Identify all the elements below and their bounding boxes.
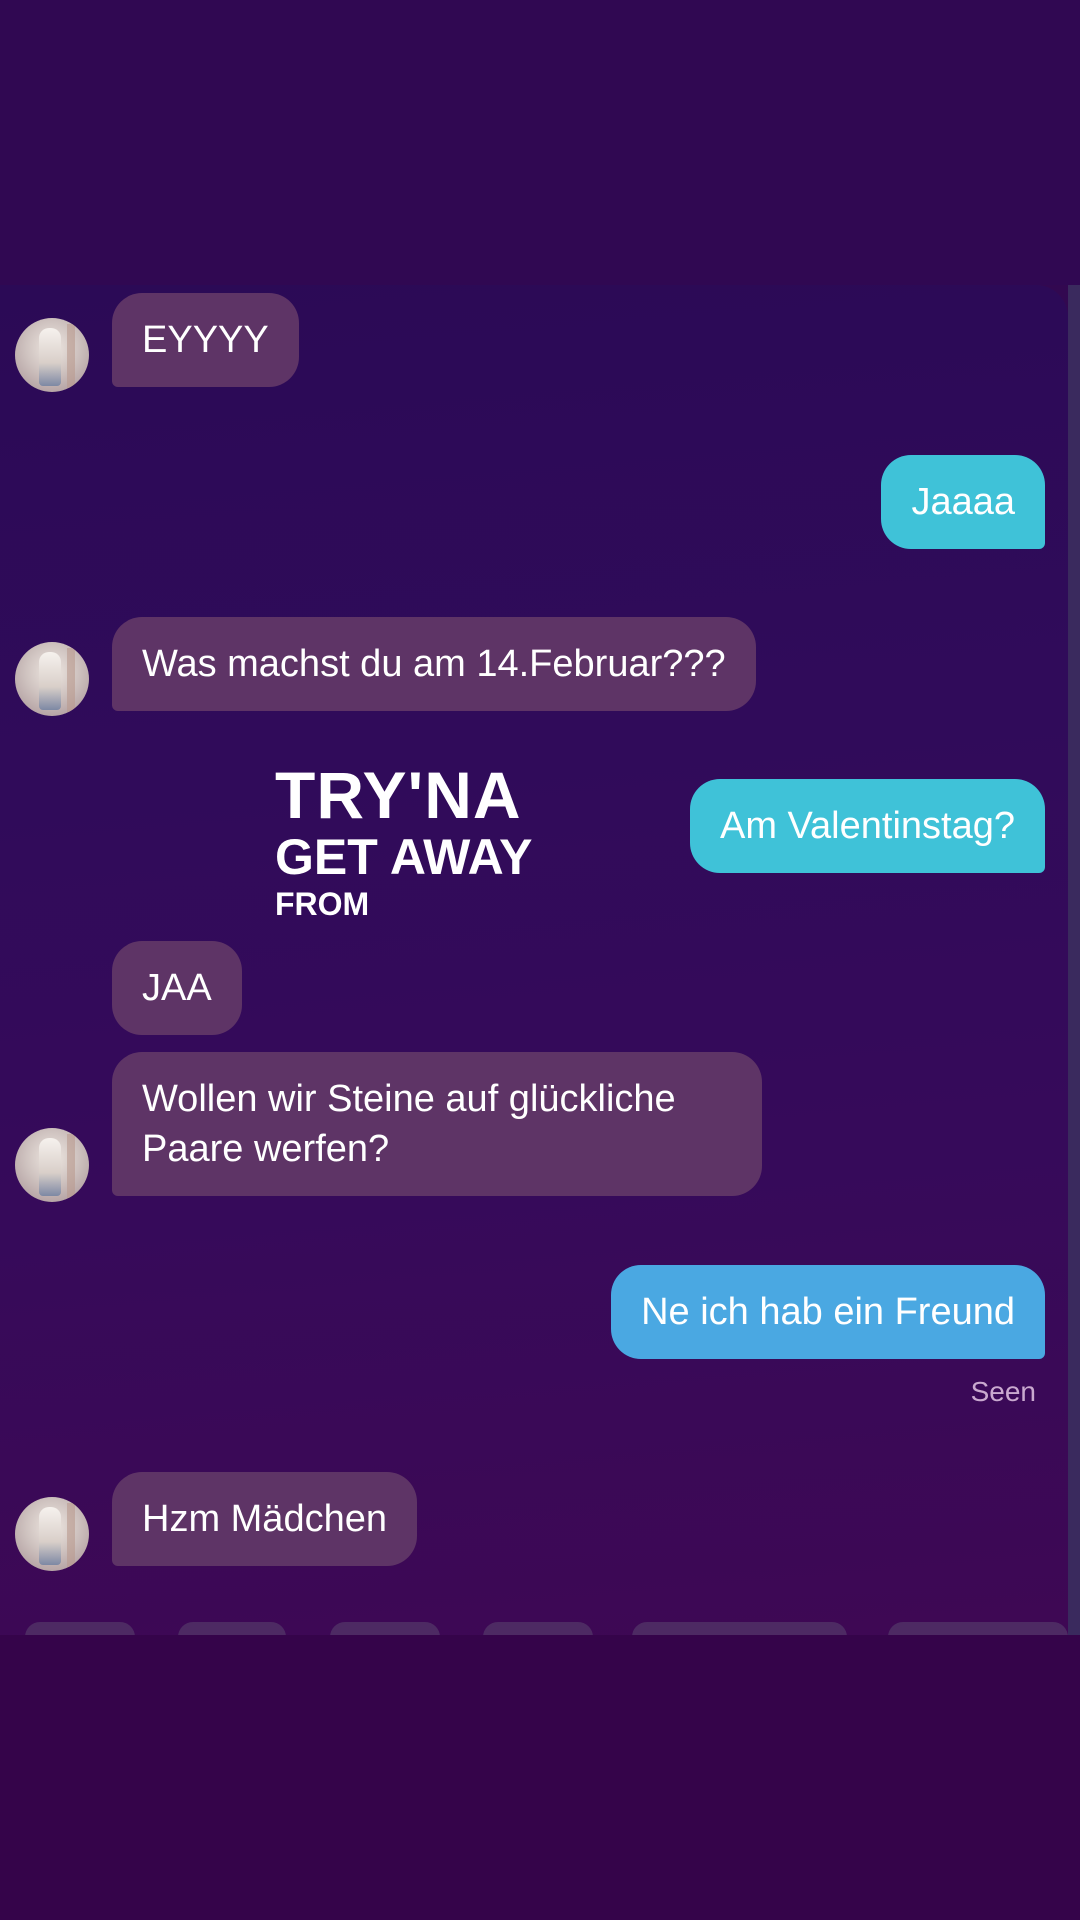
message-bubble-incoming[interactable]: Was machst du am 14.Februar??? [112, 617, 756, 711]
message-text: Was machst du am 14.Februar??? [142, 643, 726, 685]
seen-status: Seen [970, 1376, 1036, 1407]
message-bubble-outgoing[interactable]: Ne ich hab ein Freund [611, 1265, 1045, 1359]
message-text: Jaaaa [911, 481, 1015, 523]
contact-avatar[interactable] [15, 1128, 89, 1202]
caption-line-2: GET AWAY [275, 829, 533, 885]
message-bubble-outgoing[interactable]: Jaaaa [881, 455, 1045, 549]
message-text: Am Valentinstag? [719, 805, 1015, 847]
contact-avatar[interactable] [15, 318, 89, 392]
message-bubble-incoming[interactable]: Hzm Mädchen [112, 1472, 417, 1566]
top-letterbox [0, 0, 1080, 285]
message-text: Wollen wir Steine auf glückliche Paare w… [142, 1078, 676, 1170]
caption-line-1: TRY'NA [275, 758, 522, 832]
quick-reply-row [0, 1622, 1068, 1652]
contact-avatar[interactable] [15, 1497, 89, 1571]
video-caption-overlay: TRY'NA GET AWAY FROM [275, 762, 532, 920]
message-text: EYYYY [142, 319, 269, 361]
message-bubble-outgoing[interactable]: Am Valentinstag? [689, 779, 1045, 873]
message-bubble-incoming[interactable]: EYYYY [112, 293, 299, 387]
caption-line-3: FROM [275, 886, 370, 922]
message-bubble-incoming[interactable]: Wollen wir Steine auf glückliche Paare w… [112, 1052, 762, 1196]
message-text: Ne ich hab ein Freund [641, 1291, 1015, 1333]
bottom-letterbox [0, 1635, 1080, 1920]
message-text: JAA [142, 967, 212, 1009]
message-text: Hzm Mädchen [142, 1498, 387, 1540]
message-bubble-incoming[interactable]: JAA [112, 941, 242, 1035]
panel-edge [1068, 285, 1080, 1635]
contact-avatar[interactable] [15, 642, 89, 716]
